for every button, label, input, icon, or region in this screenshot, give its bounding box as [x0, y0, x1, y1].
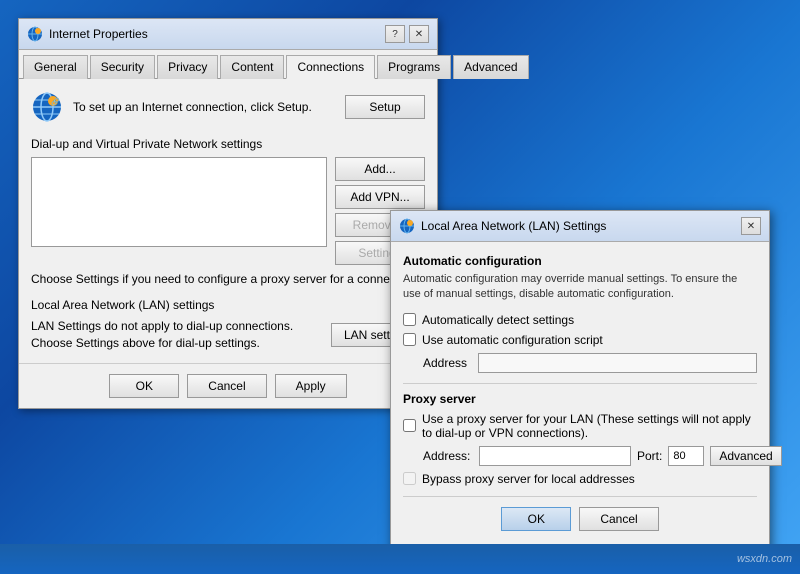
proxy-help-text: Choose Settings if you need to configure…: [31, 271, 425, 288]
lan-titlebar-left: Local Area Network (LAN) Settings: [399, 218, 606, 234]
taskbar: wsxdn.com: [0, 544, 800, 574]
tab-general[interactable]: General: [23, 55, 88, 79]
titlebar-left: Internet Properties: [27, 26, 148, 42]
proxy-address-row: Address: Port: Advanced: [423, 446, 757, 466]
tab-privacy[interactable]: Privacy: [157, 55, 218, 79]
dialup-list[interactable]: [31, 157, 327, 247]
auto-script-row: Use automatic configuration script: [403, 333, 757, 347]
internet-properties-dialog: Internet Properties ? ✕ General Security…: [18, 18, 438, 409]
add-vpn-button[interactable]: Add VPN...: [335, 185, 425, 209]
lan-dialog-content: Automatic configuration Automatic config…: [391, 242, 769, 553]
script-address-row: Address: [423, 353, 757, 373]
lan-titlebar: Local Area Network (LAN) Settings ✕: [391, 211, 769, 242]
internet-titlebar: Internet Properties ? ✕: [19, 19, 437, 50]
dialup-label: Dial-up and Virtual Private Network sett…: [31, 137, 425, 151]
auto-script-checkbox[interactable]: [403, 333, 416, 346]
titlebar-controls: ? ✕: [385, 25, 429, 43]
lan-label: Local Area Network (LAN) settings: [31, 298, 425, 312]
internet-dialog-bottom: OK Cancel Apply: [19, 363, 437, 408]
tab-content[interactable]: Content: [220, 55, 284, 79]
setup-text: To set up an Internet connection, click …: [73, 99, 335, 116]
port-label: Port:: [637, 449, 662, 463]
auto-script-label: Use automatic configuration script: [422, 333, 603, 347]
apply-button[interactable]: Apply: [275, 374, 347, 398]
tabs-bar: General Security Privacy Content Connect…: [19, 50, 437, 79]
lan-ok-button[interactable]: OK: [501, 507, 571, 531]
dialup-section: Dial-up and Virtual Private Network sett…: [31, 137, 425, 288]
address-input[interactable]: [478, 353, 757, 373]
proxy-server-title: Proxy server: [403, 392, 757, 406]
tab-connections[interactable]: Connections: [286, 55, 375, 79]
lan-settings-dialog: Local Area Network (LAN) Settings ✕ Auto…: [390, 210, 770, 554]
port-input[interactable]: [668, 446, 704, 466]
bypass-label: Bypass proxy server for local addresses: [422, 472, 635, 486]
internet-dialog-title: Internet Properties: [49, 27, 148, 41]
lan-dialog-bottom: OK Cancel: [403, 496, 757, 541]
lan-desc: LAN Settings do not apply to dial-up con…: [31, 318, 331, 352]
add-button[interactable]: Add...: [335, 157, 425, 181]
setup-button[interactable]: Setup: [345, 95, 425, 119]
lan-close-button[interactable]: ✕: [741, 217, 761, 235]
setup-section: 🔗 To set up an Internet connection, clic…: [31, 91, 425, 123]
use-proxy-checkbox[interactable]: [403, 419, 416, 432]
dialup-body: Add... Add VPN... Remove... Settings: [31, 157, 425, 265]
auto-config-desc: Automatic configuration may override man…: [403, 272, 757, 303]
ok-button[interactable]: OK: [109, 374, 179, 398]
globe-icon: 🔗: [31, 91, 63, 123]
lan-section: Local Area Network (LAN) settings LAN Se…: [31, 298, 425, 352]
auto-detect-row: Automatically detect settings: [403, 313, 757, 327]
lan-ie-icon: [399, 218, 415, 234]
proxy-address-label: Address:: [423, 449, 473, 463]
address-field-label: Address: [423, 356, 478, 370]
auto-config-title: Automatic configuration: [403, 254, 757, 268]
auto-detect-label: Automatically detect settings: [422, 313, 574, 327]
close-button[interactable]: ✕: [409, 25, 429, 43]
bypass-checkbox[interactable]: [403, 472, 416, 485]
advanced-button[interactable]: Advanced: [710, 446, 781, 466]
lan-titlebar-controls: ✕: [741, 217, 761, 235]
proxy-server-row: Use a proxy server for your LAN (These s…: [403, 412, 757, 440]
connections-tab-content: 🔗 To set up an Internet connection, clic…: [19, 79, 437, 363]
help-button[interactable]: ?: [385, 25, 405, 43]
bypass-row: Bypass proxy server for local addresses: [403, 472, 757, 486]
tab-programs[interactable]: Programs: [377, 55, 451, 79]
lan-body: LAN Settings do not apply to dial-up con…: [31, 318, 425, 352]
tab-advanced[interactable]: Advanced: [453, 55, 528, 79]
divider: [403, 383, 757, 384]
cancel-button[interactable]: Cancel: [187, 374, 266, 398]
proxy-address-input[interactable]: [479, 446, 631, 466]
lan-cancel-button[interactable]: Cancel: [579, 507, 658, 531]
svg-text:🔗: 🔗: [51, 97, 60, 106]
lan-dialog-title: Local Area Network (LAN) Settings: [421, 219, 606, 233]
proxy-server-label: Use a proxy server for your LAN (These s…: [422, 412, 757, 440]
tab-security[interactable]: Security: [90, 55, 155, 79]
ie-icon: [27, 26, 43, 42]
auto-detect-checkbox[interactable]: [403, 313, 416, 326]
watermark: wsxdn.com: [737, 553, 792, 565]
